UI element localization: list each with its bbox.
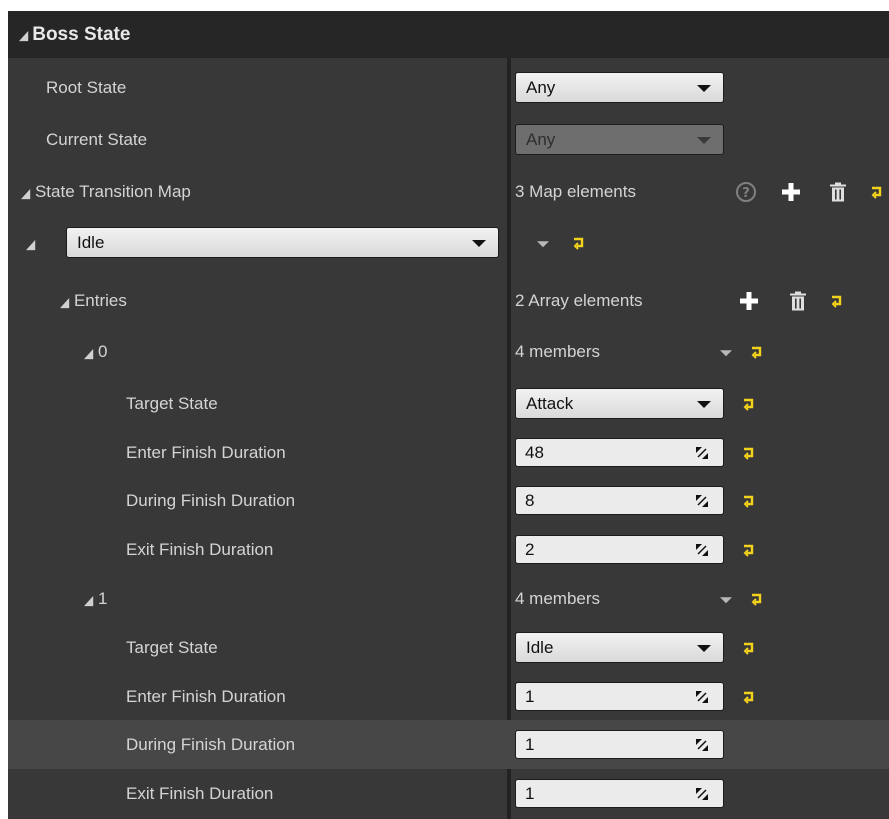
enter-finish-duration-label: Enter Finish Duration xyxy=(126,686,286,706)
reset-to-default-icon[interactable] xyxy=(742,494,756,508)
exit-finish-duration-value: 1 xyxy=(525,784,535,803)
row-target-state: Target State Idle xyxy=(8,623,889,672)
reset-to-default-icon[interactable] xyxy=(750,592,764,606)
during-finish-duration-value: 1 xyxy=(525,735,535,754)
element-1-label[interactable]: ◢ 1 xyxy=(84,589,107,609)
chevron-down-icon xyxy=(697,645,711,652)
row-entries: ◢ Entries 2 Array elements xyxy=(8,276,889,325)
transition-map-label[interactable]: ◢ State Transition Map xyxy=(21,182,191,202)
exit-finish-duration-input[interactable]: 1 xyxy=(515,779,724,808)
transition-map-label-text: State Transition Map xyxy=(34,181,191,201)
reset-to-default-icon[interactable] xyxy=(742,543,756,557)
resize-handle-icon[interactable] xyxy=(695,738,709,752)
target-state-dropdown[interactable]: Attack xyxy=(515,388,724,419)
row-exit-finish-duration: Exit Finish Duration 2 xyxy=(8,525,889,574)
section-header-boss-state[interactable]: ◢ Boss State xyxy=(8,11,889,58)
exit-finish-duration-input[interactable]: 2 xyxy=(515,535,724,564)
exit-finish-duration-label: Exit Finish Duration xyxy=(126,539,274,559)
current-state-label: Current State xyxy=(46,129,148,149)
entries-label[interactable]: ◢ Entries xyxy=(60,291,127,311)
reset-to-default-icon[interactable] xyxy=(742,690,756,704)
chevron-down-icon xyxy=(697,85,711,92)
during-finish-duration-label: During Finish Duration xyxy=(126,734,296,754)
help-question-icon[interactable]: ? xyxy=(735,181,757,203)
remove-trash-icon[interactable] xyxy=(830,182,846,201)
row-state-transition-map: ◢ State Transition Map 3 Map elements ? xyxy=(8,167,889,216)
target-state-value: Idle xyxy=(526,638,554,657)
add-plus-icon[interactable] xyxy=(740,291,758,310)
enter-finish-duration-value: 48 xyxy=(525,443,544,462)
chevron-down-icon[interactable] xyxy=(720,349,732,356)
collapse-triangle-icon[interactable]: ◢ xyxy=(19,27,28,42)
during-finish-duration-label: During Finish Duration xyxy=(126,490,296,510)
root-state-dropdown[interactable]: Any xyxy=(515,72,724,103)
during-finish-duration-input[interactable]: 8 xyxy=(515,486,724,515)
current-state-value: Any xyxy=(526,130,556,149)
resize-handle-icon[interactable] xyxy=(695,494,709,508)
details-panel: ◢ Boss State Root State Any Current Stat… xyxy=(8,11,889,819)
element-0-members: 4 members xyxy=(515,341,601,361)
row-exit-finish-duration: Exit Finish Duration 1 xyxy=(8,769,889,818)
current-state-dropdown: Any xyxy=(515,124,724,155)
row-map-key-idle: ◢ Idle xyxy=(8,218,889,267)
enter-finish-duration-input[interactable]: 48 xyxy=(515,438,724,467)
element-0-label[interactable]: ◢ 0 xyxy=(84,342,107,362)
collapse-triangle-icon[interactable]: ◢ xyxy=(60,294,69,309)
chevron-down-icon[interactable] xyxy=(537,240,549,247)
reset-to-default-icon[interactable] xyxy=(742,641,756,655)
target-state-dropdown[interactable]: Idle xyxy=(515,632,724,663)
collapse-triangle-icon[interactable]: ◢ xyxy=(84,345,93,360)
row-element-1: ◢ 1 4 members xyxy=(8,574,889,623)
during-finish-duration-value: 8 xyxy=(525,491,535,510)
row-enter-finish-duration: Enter Finish Duration 1 xyxy=(8,672,889,721)
collapse-triangle-icon[interactable]: ◢ xyxy=(84,592,93,607)
target-state-value: Attack xyxy=(526,394,574,413)
resize-handle-icon[interactable] xyxy=(695,543,709,557)
transition-map-count: 3 Map elements xyxy=(515,181,636,201)
section-title: Boss State xyxy=(32,23,131,45)
element-index: 1 xyxy=(97,588,108,608)
chevron-down-icon xyxy=(472,240,486,247)
collapse-triangle-icon[interactable]: ◢ xyxy=(26,233,35,253)
map-key-value: Idle xyxy=(77,233,105,252)
entries-label-text: Entries xyxy=(73,290,127,310)
element-index: 0 xyxy=(97,341,108,361)
exit-finish-duration-label: Exit Finish Duration xyxy=(126,783,274,803)
row-during-finish-duration: During Finish Duration 8 xyxy=(8,476,889,525)
element-1-members: 4 members xyxy=(515,588,601,608)
row-enter-finish-duration: Enter Finish Duration 48 xyxy=(8,428,889,477)
resize-handle-icon[interactable] xyxy=(695,690,709,704)
reset-to-default-icon[interactable] xyxy=(742,397,756,411)
enter-finish-duration-value: 1 xyxy=(525,687,535,706)
remove-trash-icon[interactable] xyxy=(790,291,806,310)
row-during-finish-duration: During Finish Duration 1 xyxy=(8,720,889,769)
row-target-state: Target State Attack xyxy=(8,379,889,428)
reset-to-default-icon[interactable] xyxy=(830,294,844,308)
exit-finish-duration-value: 2 xyxy=(525,540,535,559)
reset-to-default-icon[interactable] xyxy=(870,185,884,199)
row-root-state: Root State Any xyxy=(8,63,889,112)
reset-to-default-icon[interactable] xyxy=(572,236,586,250)
target-state-label: Target State xyxy=(126,393,218,413)
resize-handle-icon[interactable] xyxy=(695,787,709,801)
resize-handle-icon[interactable] xyxy=(695,446,709,460)
map-key-dropdown[interactable]: Idle xyxy=(66,227,499,258)
chevron-down-icon xyxy=(697,137,711,144)
row-element-0: ◢ 0 4 members xyxy=(8,327,889,376)
reset-to-default-icon[interactable] xyxy=(742,446,756,460)
row-current-state: Current State Any xyxy=(8,115,889,164)
chevron-down-icon[interactable] xyxy=(720,596,732,603)
during-finish-duration-input[interactable]: 1 xyxy=(515,730,724,759)
root-state-value: Any xyxy=(526,78,556,97)
entries-count: 2 Array elements xyxy=(515,290,643,310)
chevron-down-icon xyxy=(697,401,711,408)
enter-finish-duration-input[interactable]: 1 xyxy=(515,682,724,711)
root-state-label: Root State xyxy=(46,77,127,97)
enter-finish-duration-label: Enter Finish Duration xyxy=(126,442,286,462)
svg-text:?: ? xyxy=(742,186,750,201)
target-state-label: Target State xyxy=(126,637,218,657)
add-plus-icon[interactable] xyxy=(782,182,800,201)
reset-to-default-icon[interactable] xyxy=(750,345,764,359)
collapse-triangle-icon[interactable]: ◢ xyxy=(21,185,30,200)
